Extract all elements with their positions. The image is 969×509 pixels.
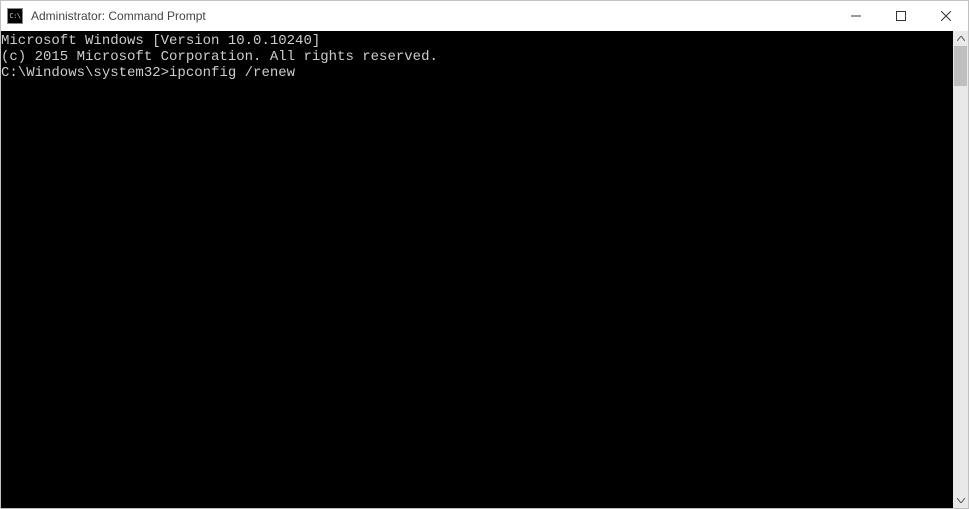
prompt: C:\Windows\system32> [1,65,169,81]
minimize-icon [851,11,861,21]
vertical-scrollbar[interactable] [953,31,968,508]
content-area: Microsoft Windows [Version 10.0.10240](c… [1,31,968,508]
command-prompt-window: C:\ Administrator: Command Prompt Micros… [0,0,969,509]
window-title: Administrator: Command Prompt [31,9,206,23]
prompt-line: C:\Windows\system32>ipconfig /renew [1,65,953,81]
scroll-thumb[interactable] [954,46,967,86]
cmd-icon: C:\ [7,8,23,24]
scroll-down-button[interactable] [953,493,968,508]
close-button[interactable] [923,1,968,31]
maximize-icon [896,11,906,21]
scroll-up-button[interactable] [953,31,968,46]
minimize-button[interactable] [833,1,878,31]
output-line: (c) 2015 Microsoft Corporation. All righ… [1,49,953,65]
output-line: Microsoft Windows [Version 10.0.10240] [1,33,953,49]
titlebar[interactable]: C:\ Administrator: Command Prompt [1,1,968,31]
terminal-output[interactable]: Microsoft Windows [Version 10.0.10240](c… [1,31,953,508]
close-icon [941,11,951,21]
maximize-button[interactable] [878,1,923,31]
command-input[interactable]: ipconfig /renew [169,65,295,81]
chevron-up-icon [957,36,965,41]
chevron-down-icon [957,498,965,503]
